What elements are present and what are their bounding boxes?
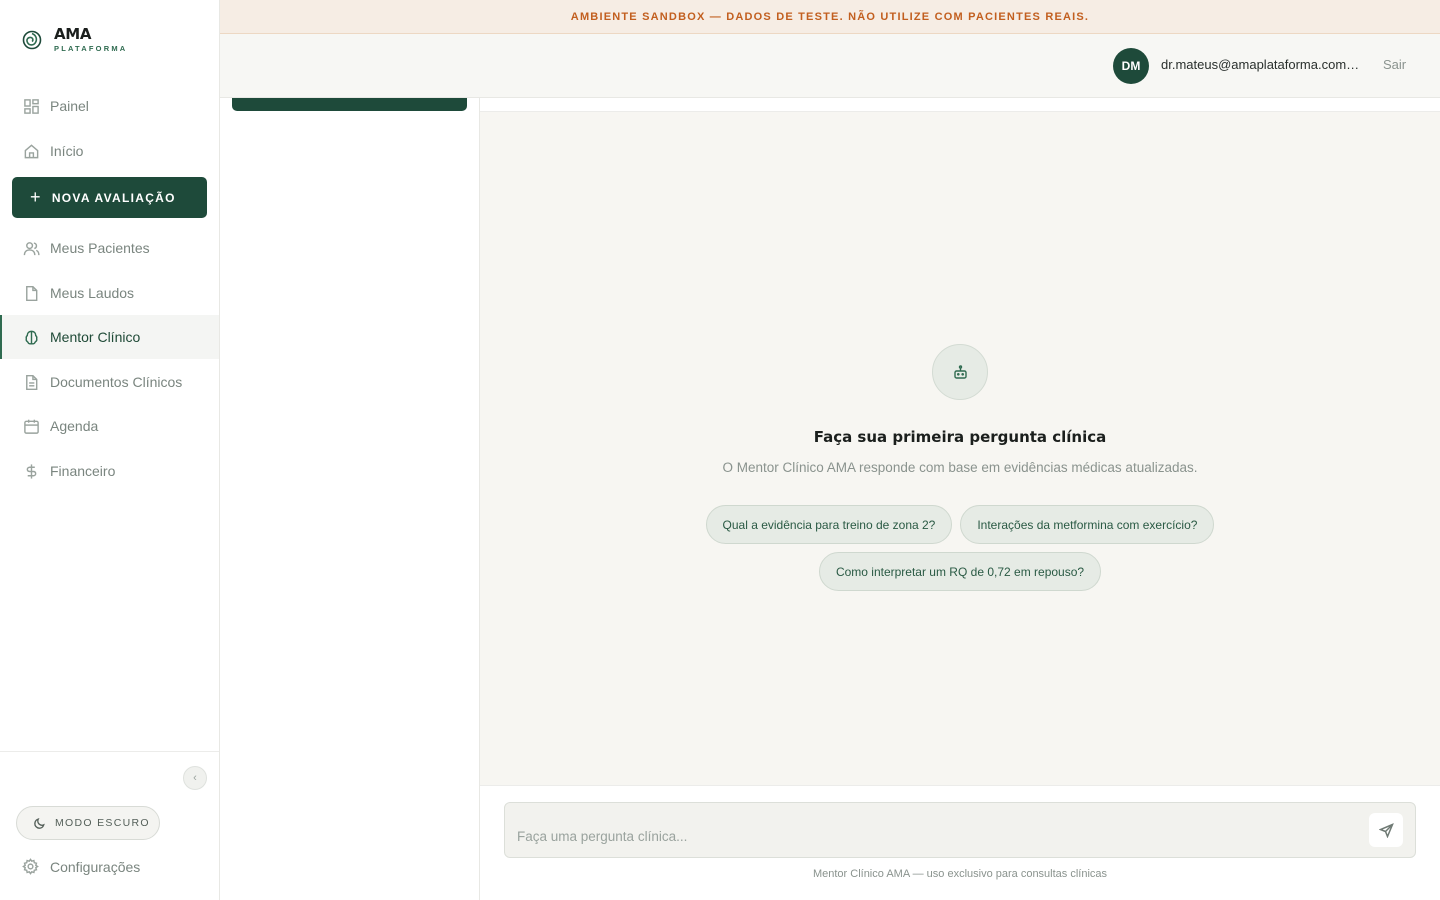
- empty-state-subtitle: O Mentor Clínico AMA responde com base e…: [722, 460, 1198, 475]
- sidebar-item-inicio[interactable]: Início: [0, 129, 219, 173]
- home-icon: [22, 142, 40, 160]
- chat-header-strip: [480, 98, 1440, 112]
- brand[interactable]: AMA PLATAFORMA: [22, 26, 127, 53]
- bot-avatar: [932, 344, 988, 400]
- settings-label: Configurações: [50, 858, 141, 875]
- sidebar-divider: [0, 751, 219, 752]
- sidebar-item-painel[interactable]: Painel: [0, 84, 219, 128]
- dark-mode-label: MODO ESCURO: [55, 817, 150, 829]
- sidebar-item-financeiro[interactable]: Financeiro: [0, 449, 219, 493]
- message-input-box: [504, 802, 1416, 858]
- message-input[interactable]: [517, 825, 1357, 847]
- brand-subtitle: PLATAFORMA: [54, 44, 128, 53]
- robot-icon: [953, 364, 967, 379]
- moon-icon: [34, 817, 45, 829]
- suggestions-row: Como interpretar um RQ de 0,72 em repous…: [480, 552, 1440, 591]
- suggestions-row: Qual a evidência para treino de zona 2? …: [480, 505, 1440, 544]
- gear-icon: [22, 858, 39, 875]
- document-text-icon: [22, 373, 40, 391]
- collapse-sidebar-button[interactable]: ‹: [183, 766, 207, 790]
- sidebar: AMA PLATAFORMA Painel Início + NOVA AVAL…: [0, 0, 220, 900]
- top-header: DM dr.mateus@amaplataforma.com.br Sair: [220, 34, 1440, 98]
- calendar-icon: [22, 417, 40, 435]
- send-button[interactable]: [1369, 813, 1403, 847]
- sidebar-item-label: Início: [50, 143, 84, 159]
- sidebar-item-label: Painel: [50, 98, 89, 114]
- chevron-left-icon: ‹: [193, 772, 197, 784]
- sidebar-item-meus-laudos[interactable]: Meus Laudos: [0, 271, 219, 315]
- dark-mode-button[interactable]: MODO ESCURO: [16, 806, 160, 840]
- sidebar-item-label: Financeiro: [50, 463, 116, 479]
- new-evaluation-label: NOVA AVALIAÇÃO: [51, 190, 176, 205]
- sidebar-item-agenda[interactable]: Agenda: [0, 404, 219, 448]
- avatar-initials: DM: [1121, 59, 1141, 73]
- composer: Mentor Clínico AMA — uso exclusivo para …: [480, 785, 1440, 900]
- sidebar-item-meus-pacientes[interactable]: Meus Pacientes: [0, 226, 219, 270]
- suggestion-chip[interactable]: Qual a evidência para treino de zona 2?: [705, 505, 953, 544]
- logout-button[interactable]: Sair: [1383, 57, 1406, 72]
- user-email: dr.mateus@amaplataforma.com.br: [1161, 57, 1361, 72]
- empty-state-title: Faça sua primeira pergunta clínica: [813, 428, 1107, 446]
- sidebar-item-documentos-clinicos[interactable]: Documentos Clínicos: [0, 360, 219, 404]
- users-icon: [22, 239, 40, 257]
- file-icon: [22, 284, 40, 302]
- new-conversation-button[interactable]: [232, 98, 467, 111]
- disclaimer: Mentor Clínico AMA — uso exclusivo para …: [812, 868, 1108, 880]
- dollar-icon: [22, 462, 40, 480]
- sidebar-item-label: Meus Pacientes: [50, 240, 150, 256]
- sandbox-banner-text: AMBIENTE SANDBOX — DADOS DE TESTE. NÃO U…: [570, 10, 1090, 23]
- send-icon: [1378, 822, 1394, 838]
- brand-name: AMA: [54, 25, 92, 43]
- suggestion-chip[interactable]: Interações da metformina com exercício?: [960, 505, 1215, 544]
- sandbox-banner: AMBIENTE SANDBOX — DADOS DE TESTE. NÃO U…: [220, 0, 1440, 34]
- suggestion-chip[interactable]: Como interpretar um RQ de 0,72 em repous…: [818, 552, 1102, 591]
- ama-logo-icon: [22, 30, 42, 49]
- brain-icon: [22, 328, 40, 346]
- chat-area: Faça sua primeira pergunta clínica O Men…: [480, 112, 1440, 785]
- new-evaluation-button[interactable]: + NOVA AVALIAÇÃO: [12, 177, 207, 218]
- settings-link[interactable]: Configurações: [22, 858, 140, 875]
- sidebar-item-mentor-clinico[interactable]: Mentor Clínico: [0, 315, 219, 359]
- sidebar-item-label: Agenda: [50, 418, 99, 434]
- dashboard-icon: [22, 97, 40, 115]
- plus-icon: +: [30, 187, 42, 207]
- sidebar-item-label: Meus Laudos: [50, 285, 135, 301]
- conversation-list-panel: [220, 98, 480, 900]
- avatar[interactable]: DM: [1113, 48, 1149, 84]
- sidebar-item-label: Documentos Clínicos: [50, 374, 183, 390]
- sidebar-item-label: Mentor Clínico: [50, 329, 141, 345]
